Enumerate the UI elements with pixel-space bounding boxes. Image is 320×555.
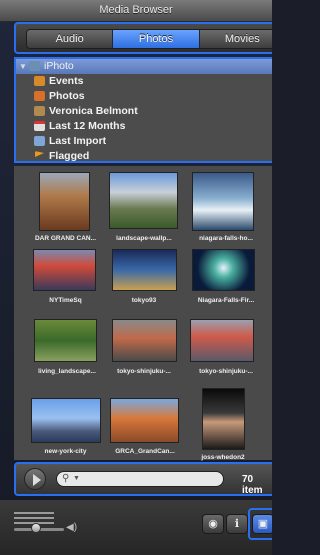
photo-caption: new-york-city (44, 448, 87, 455)
photos-icon (34, 91, 45, 101)
play-button[interactable] (24, 468, 46, 490)
photo-caption: joss-whedon2 (201, 454, 245, 461)
disclosure-triangle-icon[interactable]: ▼ (19, 59, 27, 74)
calendar-icon (34, 121, 45, 131)
photo-caption: landscape-wallp... (116, 235, 172, 242)
tab-movies[interactable]: Movies (200, 30, 272, 48)
photo-thumbnail[interactable] (33, 249, 96, 291)
photo-grid: DAR GRAND CAN... landscape-wallp... niag… (14, 166, 272, 461)
photo-thumbnail[interactable] (202, 388, 245, 450)
source-label: Veronica Belmont (49, 105, 138, 117)
photo-thumbnail[interactable] (190, 319, 254, 362)
window-title: Media Browser (99, 4, 173, 16)
source-item-flagged[interactable]: Flagged (16, 149, 272, 164)
info-button[interactable]: ℹ (226, 514, 248, 534)
photo-thumbnail[interactable] (110, 398, 179, 443)
photo-thumbnail[interactable] (112, 319, 177, 362)
info-icon: ℹ (234, 518, 240, 530)
source-label: Flagged (49, 150, 90, 162)
action-button-frame: ▣ (248, 508, 272, 540)
photo-caption: niagara-falls-ho... (199, 235, 253, 242)
tab-audio[interactable]: Audio (27, 30, 114, 48)
source-list: ▼ iPhoto Events Photos Veronica Belmont … (14, 57, 272, 163)
source-item-events[interactable]: Events (16, 74, 272, 89)
item-count: 70 item (242, 474, 263, 496)
flag-icon (35, 151, 44, 157)
photo-caption: tokyo-shinjuku-... (117, 368, 171, 375)
source-item-veronica-belmont[interactable]: Veronica Belmont (16, 104, 272, 119)
search-field[interactable]: ⚲ ▼ (56, 471, 224, 487)
photo-thumbnail[interactable] (192, 249, 255, 291)
preview-button[interactable]: ◉ (202, 514, 224, 534)
photo-thumbnail[interactable] (34, 319, 97, 362)
photo-caption: DAR GRAND CAN... (34, 235, 97, 242)
title-bar: Media Browser (0, 0, 272, 22)
photo-icon: ▣ (257, 518, 269, 530)
eye-icon: ◉ (208, 518, 218, 530)
album-icon (34, 106, 45, 116)
tab-photos[interactable]: Photos (113, 30, 200, 48)
photo-caption: NYTimeSq (49, 297, 82, 304)
photo-caption: Niagara-Falls-Fir... (197, 297, 255, 304)
tab-bar: Audio Photos Movies (26, 29, 272, 49)
photo-thumbnail[interactable] (109, 172, 178, 229)
action-button[interactable]: ▣ (252, 514, 272, 534)
photo-caption: GRCA_GrandCan... (115, 448, 175, 455)
speaker-icon: ◀) (66, 522, 78, 533)
source-label: Events (49, 75, 84, 87)
photo-caption: tokyo-shinjuku-... (199, 368, 253, 375)
footer-bar: ◀) ◉ ℹ ▣ (0, 500, 272, 555)
source-item-last-import[interactable]: Last Import (16, 134, 272, 149)
source-label: Last Import (49, 135, 107, 147)
source-item-iphoto[interactable]: ▼ iPhoto (16, 59, 272, 74)
photo-thumbnail[interactable] (192, 172, 254, 231)
source-item-last-12-months[interactable]: Last 12 Months (16, 119, 272, 134)
search-icon[interactable]: ⚲ (62, 473, 69, 484)
volume-slider-knob[interactable] (31, 523, 41, 533)
source-item-photos[interactable]: Photos (16, 89, 272, 104)
photo-thumbnail[interactable] (112, 249, 177, 291)
tab-bar-frame: Audio Photos Movies (14, 22, 272, 54)
bottom-toolbar: ⚲ ▼ 70 item (14, 462, 272, 496)
chevron-down-icon[interactable]: ▼ (73, 475, 80, 482)
import-icon (34, 136, 45, 146)
events-icon (34, 76, 45, 86)
source-label: iPhoto (44, 60, 74, 72)
photo-thumbnail[interactable] (31, 398, 101, 443)
photo-caption: tokyo93 (131, 297, 157, 304)
photo-thumbnail[interactable] (39, 172, 90, 231)
media-browser-window: Media Browser Audio Photos Movies ▼ iPho… (0, 0, 272, 555)
photo-caption: living_landscape... (38, 368, 96, 375)
source-label: Last 12 Months (49, 120, 126, 132)
source-label: Photos (49, 90, 85, 102)
iphoto-icon (29, 61, 40, 71)
